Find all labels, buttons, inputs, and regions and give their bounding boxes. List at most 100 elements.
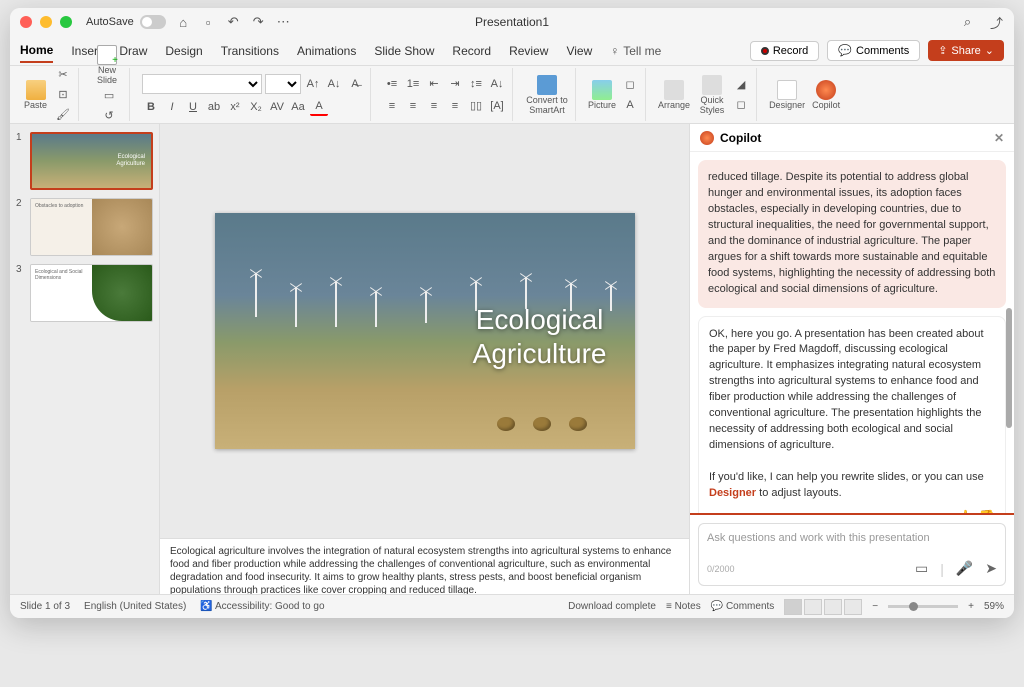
save-icon[interactable]: ▫ — [201, 15, 216, 30]
undo-icon[interactable]: ↶ — [226, 15, 241, 30]
thumbnail-3[interactable]: 3 Ecological and Social Dimensions — [16, 264, 153, 322]
shape-fill-icon[interactable]: ◢ — [732, 76, 750, 94]
columns-icon[interactable]: ▯▯ — [467, 97, 485, 115]
grow-font-icon[interactable]: A↑ — [304, 75, 322, 93]
underline-icon[interactable]: U — [184, 98, 202, 116]
scrollbar[interactable] — [1006, 308, 1012, 428]
accessibility-status[interactable]: ♿ Accessibility: Good to go — [200, 601, 324, 612]
strike-icon[interactable]: ab — [205, 98, 223, 116]
share-menu-icon[interactable]: ⤴ — [989, 15, 1004, 30]
quickstyles-icon[interactable] — [702, 75, 722, 95]
tab-view[interactable]: View — [566, 40, 592, 62]
bullets-icon[interactable]: •≡ — [383, 75, 401, 93]
tab-record[interactable]: Record — [452, 40, 491, 62]
copilot-input[interactable]: Ask questions and work with this present… — [698, 523, 1006, 586]
indent-inc-icon[interactable]: ⇥ — [446, 75, 464, 93]
designer-link[interactable]: Designer — [709, 487, 756, 499]
highlight2-icon[interactable]: Aa — [289, 98, 307, 116]
align-center-icon[interactable]: ≡ — [404, 97, 422, 115]
layout-icon[interactable]: ▭ — [100, 87, 118, 105]
thumbnail-2[interactable]: 2 Obstacles to adoption — [16, 198, 153, 256]
search-icon[interactable]: ⌕ — [960, 15, 975, 30]
sorter-view-icon[interactable] — [804, 599, 822, 615]
align-text-icon[interactable]: [A] — [488, 97, 506, 115]
tab-animations[interactable]: Animations — [297, 40, 356, 62]
tellme-search[interactable]: ♀Tell me — [610, 44, 661, 58]
smartart-icon[interactable] — [537, 75, 557, 95]
tab-home[interactable]: Home — [20, 39, 53, 63]
zoom-in-icon[interactable]: + — [968, 601, 974, 612]
arrange-icon[interactable] — [664, 80, 684, 100]
copilot-messages[interactable]: reduced tillage. Despite its potential t… — [690, 152, 1014, 513]
record-button[interactable]: Record — [750, 41, 819, 61]
current-slide[interactable]: Ecological Agriculture — [215, 213, 635, 449]
share-button[interactable]: ⇪Share⌄ — [928, 40, 1004, 61]
home-icon[interactable]: ⌂ — [176, 15, 191, 30]
comments-toggle[interactable]: 💬 Comments — [711, 601, 775, 612]
comments-button[interactable]: 💬Comments — [827, 40, 920, 61]
close-icon[interactable]: ✕ — [994, 131, 1004, 145]
shape-outline-icon[interactable]: ◻ — [732, 96, 750, 114]
notes-toggle[interactable]: ≡ Notes — [666, 601, 701, 612]
slide-title[interactable]: Ecological Agriculture — [473, 303, 607, 370]
textbox-icon[interactable]: A — [621, 96, 639, 114]
slide-counter[interactable]: Slide 1 of 3 — [20, 601, 70, 612]
normal-view-icon[interactable] — [784, 599, 802, 615]
send-icon[interactable]: ➤ — [985, 560, 997, 577]
bold-icon[interactable]: B — [142, 98, 160, 116]
case-icon[interactable]: X₂ — [247, 98, 265, 116]
more-icon[interactable]: ⋯ — [276, 15, 291, 30]
tab-design[interactable]: Design — [165, 40, 202, 62]
autosave-toggle[interactable]: AutoSave — [86, 15, 166, 29]
app-window: AutoSave ⌂ ▫ ↶ ↷ ⋯ Presentation1 ⌕ ⤴ Hom… — [10, 8, 1014, 618]
subscript-icon[interactable]: x² — [226, 98, 244, 116]
format-painter-icon[interactable]: 🖌 — [54, 106, 72, 124]
reading-view-icon[interactable] — [824, 599, 842, 615]
autosave-label: AutoSave — [86, 16, 134, 28]
designer-icon[interactable] — [777, 80, 797, 100]
new-slide-icon[interactable]: + — [97, 45, 117, 65]
reset-icon[interactable]: ↺ — [100, 107, 118, 125]
text-direction-icon[interactable]: A↓ — [488, 75, 506, 93]
italic-icon[interactable]: I — [163, 98, 181, 116]
thumbnail-1[interactable]: 1 EcologicalAgriculture — [16, 132, 153, 190]
close-icon[interactable] — [20, 16, 32, 28]
justify-icon[interactable]: ≡ — [446, 97, 464, 115]
tab-transitions[interactable]: Transitions — [221, 40, 279, 62]
paste-icon[interactable] — [26, 80, 46, 100]
clear-format-icon[interactable]: A̶ — [346, 75, 364, 93]
numbering-icon[interactable]: 1≡ — [404, 75, 422, 93]
copilot-icon[interactable] — [816, 80, 836, 100]
line-spacing-icon[interactable]: ↕≡ — [467, 75, 485, 93]
zoom-out-icon[interactable]: − — [872, 601, 878, 612]
indent-dec-icon[interactable]: ⇤ — [425, 75, 443, 93]
align-right-icon[interactable]: ≡ — [425, 97, 443, 115]
slide-canvas-area[interactable]: Ecological Agriculture — [160, 124, 689, 538]
language-status[interactable]: English (United States) — [84, 601, 186, 612]
align-left-icon[interactable]: ≡ — [383, 97, 401, 115]
shrink-font-icon[interactable]: A↓ — [325, 75, 343, 93]
slideshow-view-icon[interactable] — [844, 599, 862, 615]
font-color-icon[interactable]: A — [310, 98, 328, 116]
tab-review[interactable]: Review — [509, 40, 548, 62]
picture-icon[interactable] — [592, 80, 612, 100]
cut-icon[interactable]: ✂ — [54, 66, 72, 84]
tab-slideshow[interactable]: Slide Show — [374, 40, 434, 62]
maximize-icon[interactable] — [60, 16, 72, 28]
font-family-select[interactable] — [142, 74, 262, 94]
highlight-icon[interactable]: AV — [268, 98, 286, 116]
redo-icon[interactable]: ↷ — [251, 15, 266, 30]
minimize-icon[interactable] — [40, 16, 52, 28]
zoom-level[interactable]: 59% — [984, 601, 1004, 612]
toggle-switch[interactable] — [140, 15, 166, 29]
shapes-icon[interactable]: ◻ — [621, 76, 639, 94]
attach-icon[interactable]: ▭ — [915, 560, 928, 577]
turbine-icon — [335, 281, 337, 327]
font-size-select[interactable] — [265, 74, 301, 94]
notes-pane[interactable]: Ecological agriculture involves the inte… — [160, 538, 689, 594]
user-message: reduced tillage. Despite its potential t… — [698, 160, 1006, 308]
tab-draw[interactable]: Draw — [119, 40, 147, 62]
mic-icon[interactable]: 🎤 — [956, 560, 973, 577]
copy-icon[interactable]: ⊡ — [54, 86, 72, 104]
zoom-slider[interactable] — [888, 605, 958, 608]
